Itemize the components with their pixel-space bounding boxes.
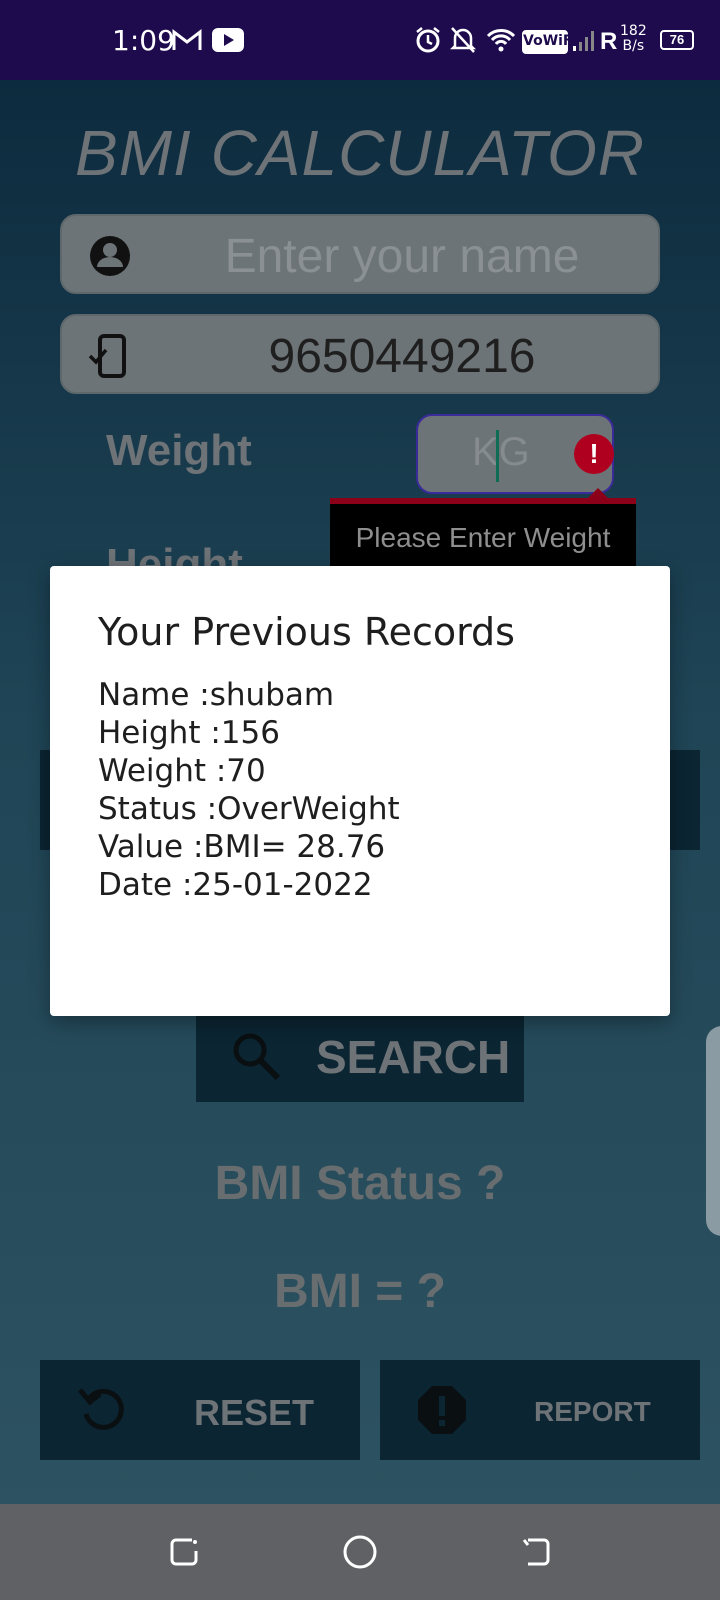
recents-icon[interactable] [166, 1534, 202, 1570]
gmail-icon [172, 22, 202, 58]
home-icon[interactable] [342, 1534, 378, 1570]
network-speed-unit: B/s [622, 38, 645, 54]
battery-icon: 76 [660, 30, 694, 50]
phone-field[interactable] [60, 314, 660, 394]
error-icon: ! [574, 434, 614, 474]
mute-icon [450, 22, 476, 58]
wifi-icon [486, 22, 516, 58]
text-cursor [496, 430, 499, 482]
record-weight: Weight :70 [98, 753, 266, 789]
vowifi-icon: VoWiFi [522, 30, 577, 54]
search-button[interactable]: SEARCH [196, 1010, 524, 1102]
phone-input[interactable] [162, 324, 642, 388]
weight-error-text: Please Enter Weight [355, 522, 611, 553]
search-icon [230, 1030, 282, 1082]
hidden-button-right [668, 750, 700, 850]
record-height: Height :156 [98, 715, 280, 751]
record-date: Date :25-01-2022 [98, 867, 373, 903]
record-value: Value :BMI= 28.76 [98, 829, 386, 865]
report-label: REPORT [534, 1396, 651, 1427]
alarm-icon [414, 22, 442, 58]
dialog-body: Name :shubam Height :156 Weight :70 Stat… [98, 676, 400, 904]
record-status: Status :OverWeight [98, 791, 400, 827]
name-input[interactable] [162, 224, 642, 288]
record-name: Name :shubam [98, 677, 335, 713]
bmi-value-text: BMI = ? [273, 1265, 446, 1318]
network-speed-value: 182 [620, 23, 647, 39]
youtube-icon [212, 28, 244, 52]
weight-placeholder: KG [472, 430, 530, 474]
back-icon[interactable] [518, 1534, 554, 1570]
app-title: BMI CALCULATOR [75, 117, 645, 189]
reset-label: RESET [194, 1392, 315, 1433]
bmi-status-text: BMI Status ? [214, 1157, 506, 1210]
network-speed: 182 B/s [620, 24, 647, 54]
previous-records-dialog[interactable]: Your Previous Records Name :shubam Heigh… [50, 566, 670, 1016]
weight-error-tooltip: Please Enter Weight [330, 488, 636, 568]
dialog-title: Your Previous Records [98, 610, 515, 654]
reset-icon [74, 1382, 130, 1438]
tooltip-arrow [588, 488, 608, 498]
person-icon [88, 234, 132, 278]
roaming-indicator: R [600, 28, 618, 55]
weight-label: Weight [106, 426, 252, 475]
report-icon [414, 1382, 470, 1438]
status-time: 1:09 [112, 24, 175, 57]
report-button[interactable]: REPORT [380, 1360, 700, 1460]
search-label: SEARCH [316, 1031, 511, 1083]
reset-button[interactable]: RESET [40, 1360, 360, 1460]
signal-icon [572, 22, 596, 58]
height-label: Height [106, 540, 243, 566]
navigation-bar [0, 1504, 720, 1600]
name-field[interactable] [60, 214, 660, 294]
phone-check-icon [88, 334, 132, 378]
status-bar: 1:09 VoWiFi R 182 B/s 76 [0, 0, 720, 80]
